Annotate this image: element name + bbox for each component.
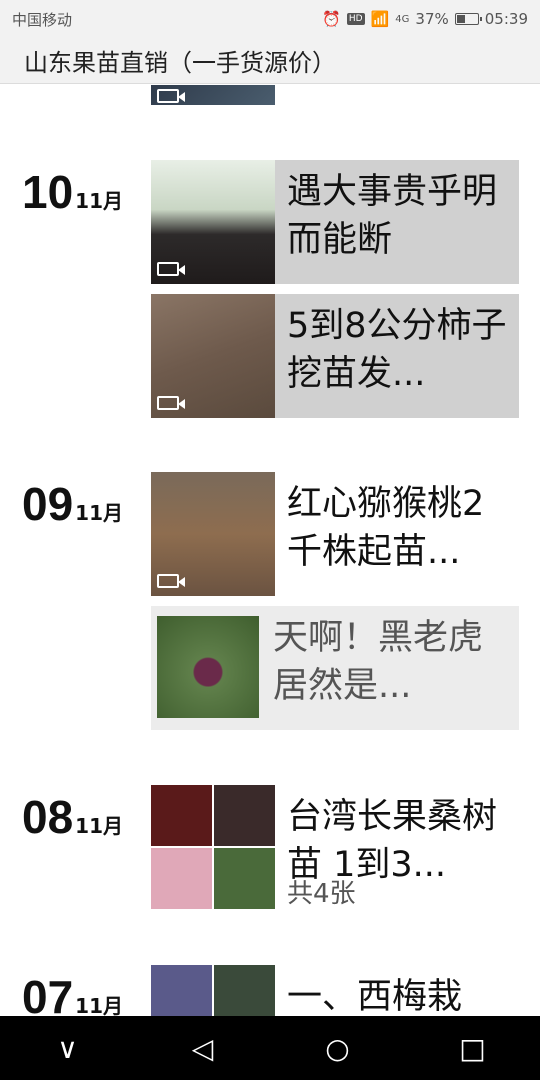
month-label: 11月 [75, 501, 124, 525]
carrier-label: 中国移动 [12, 10, 73, 29]
post-thumbnail [151, 294, 275, 418]
status-icons: ⏰ HD 📶 4G 37% 05:39 [322, 10, 528, 28]
month-label: 11月 [75, 814, 124, 838]
chevron-down-icon[interactable]: ∨ [38, 1032, 98, 1065]
video-icon [157, 262, 185, 276]
photo-grid [151, 785, 275, 909]
post-item[interactable]: 遇大事贵乎明而能断 [151, 160, 519, 284]
video-icon [157, 396, 185, 410]
recent-apps-button[interactable]: □ [443, 1032, 503, 1065]
day-number: 08 [22, 791, 74, 843]
previous-post-thumbnail[interactable] [151, 85, 275, 105]
post-thumbnail [151, 160, 275, 284]
video-icon [157, 89, 185, 103]
page-title-bar: 山东果苗直销（一手货源价） [0, 38, 540, 84]
post-item[interactable]: 红心猕猴桃2千株起苗... [151, 472, 519, 596]
day-number: 10 [22, 166, 74, 218]
home-button[interactable]: ○ [308, 1032, 368, 1065]
day-number: 07 [22, 971, 74, 1016]
post-item[interactable]: 天啊！黑老虎居然是... [151, 606, 519, 730]
post-item[interactable]: 5到8公分柿子挖苗发... [151, 294, 519, 418]
photo-grid [151, 965, 275, 1016]
post-text: 5到8公分柿子挖苗发... [287, 306, 507, 394]
date-label: 07 11月 [22, 970, 123, 1016]
photo-thumb [151, 848, 212, 909]
day-number: 09 [22, 478, 74, 530]
post-item[interactable]: 一、西梅栽 [151, 965, 519, 1016]
month-label: 11月 [75, 994, 124, 1016]
post-thumbnail [157, 616, 259, 718]
post-text: 红心猕猴桃2千株起苗... [287, 484, 485, 572]
wifi-icon: 📶 [370, 10, 390, 28]
status-bar: 中国移动 ⏰ HD 📶 4G 37% 05:39 [0, 0, 540, 38]
alarm-icon: ⏰ [322, 10, 341, 28]
photo-thumb [151, 965, 212, 1016]
date-label: 10 11月 [22, 165, 123, 219]
timeline-feed[interactable]: 10 11月 遇大事贵乎明而能断 5到8公分柿子挖苗发... 09 11月 红心猕猴… [0, 85, 540, 1016]
date-label: 09 11月 [22, 477, 123, 531]
date-label: 08 11月 [22, 790, 123, 844]
photo-thumb [214, 785, 275, 846]
month-label: 11月 [75, 189, 124, 213]
network-label: 4G [395, 13, 410, 25]
battery-icon [454, 13, 482, 25]
photo-thumb [151, 785, 212, 846]
post-text: 一、西梅栽 [287, 977, 463, 1016]
clock: 05:39 [484, 10, 528, 28]
post-text: 遇大事贵乎明而能断 [287, 172, 498, 260]
video-icon [157, 574, 185, 588]
battery-percent: 37% [415, 10, 449, 28]
hd-icon: HD [346, 13, 365, 25]
photo-thumb [214, 965, 275, 1016]
photo-count: 共4张 [287, 879, 356, 909]
post-item[interactable]: 台湾长果桑树苗 1到3... 共4张 [151, 785, 519, 909]
back-button[interactable]: ◁ [173, 1032, 233, 1065]
page-title: 山东果苗直销（一手货源价） [24, 49, 336, 77]
post-thumbnail [151, 472, 275, 596]
post-text: 天啊！黑老虎居然是... [273, 618, 484, 706]
navigation-bar: ∨ ◁ ○ □ [0, 1016, 540, 1080]
photo-thumb [214, 848, 275, 909]
